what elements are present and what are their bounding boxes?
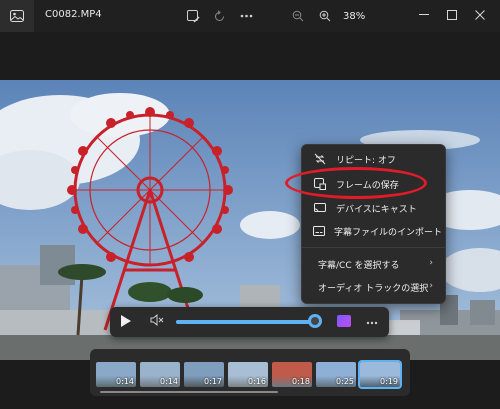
zoom-in-icon[interactable] [316, 7, 334, 25]
menu-item-label: リピート: オフ [336, 155, 396, 166]
thumbnail-duration: 0:14 [160, 377, 178, 386]
menu-item-label: オーディオ トラックの選択 [318, 283, 429, 294]
filmstrip: 0:14 0:14 0:17 0:16 0:18 0:25 0:19 [90, 349, 410, 396]
filmstrip-thumbnail[interactable]: 0:19 [358, 360, 402, 389]
annotation-circle [285, 167, 427, 199]
menu-item-cast[interactable]: デバイスにキャスト [308, 197, 441, 219]
zoom-out-icon[interactable] [289, 7, 307, 25]
seek-bar[interactable] [176, 320, 322, 324]
menu-item-label: 字幕ファイルのインポート [334, 227, 443, 238]
rotate-icon[interactable] [210, 7, 228, 25]
chevron-right-icon: › [429, 281, 433, 291]
filmstrip-thumbnail[interactable]: 0:14 [96, 362, 136, 387]
clipchamp-icon[interactable] [337, 315, 351, 327]
photos-app-icon [0, 0, 34, 32]
filmstrip-thumbnail[interactable]: 0:14 [140, 362, 180, 387]
play-icon[interactable] [121, 315, 131, 327]
seek-progress [176, 320, 315, 324]
menu-item-select-subtitles[interactable]: 字幕/CC を選択する › [308, 253, 441, 275]
thumbnail-duration: 0:14 [116, 377, 134, 386]
filmstrip-thumbnail[interactable]: 0:16 [228, 362, 268, 387]
thumbnail-duration: 0:25 [336, 377, 354, 386]
filmstrip-thumbnail[interactable]: 0:18 [272, 362, 312, 387]
mute-icon[interactable] [150, 313, 164, 329]
zoom-level[interactable]: 38% [343, 11, 365, 22]
menu-item-label: 字幕/CC を選択する [318, 260, 400, 271]
title-bar: C0082.MP4 38% [0, 0, 500, 32]
filmstrip-scrollbar[interactable] [100, 391, 278, 393]
more-icon[interactable] [366, 315, 378, 328]
filmstrip-thumbnail[interactable]: 0:17 [184, 362, 224, 387]
minimize-icon[interactable] [413, 5, 435, 25]
thumbnail-duration: 0:16 [248, 377, 266, 386]
more-icon[interactable] [237, 7, 255, 25]
cast-icon [313, 201, 327, 215]
edit-image-icon[interactable] [184, 7, 202, 25]
close-icon[interactable] [469, 5, 491, 25]
seek-thumb[interactable] [307, 314, 322, 328]
thumbnail-duration: 0:17 [204, 377, 222, 386]
thumbnail-duration: 0:19 [380, 377, 398, 386]
thumbnail-duration: 0:18 [292, 377, 310, 386]
filmstrip-thumbnail[interactable]: 0:25 [316, 362, 356, 387]
maximize-icon[interactable] [441, 5, 463, 25]
repeat-off-icon [313, 152, 327, 166]
subtitle-import-icon [313, 224, 325, 238]
menu-item-select-audio-track[interactable]: オーディオ トラックの選択 › [308, 276, 441, 298]
playback-controls [110, 307, 389, 337]
chevron-right-icon: › [429, 258, 433, 268]
menu-item-import-subtitles[interactable]: 字幕ファイルのインポート [308, 220, 443, 242]
menu-separator [302, 247, 445, 248]
menu-item-label: デバイスにキャスト [336, 204, 417, 215]
window-title: C0082.MP4 [45, 9, 102, 20]
